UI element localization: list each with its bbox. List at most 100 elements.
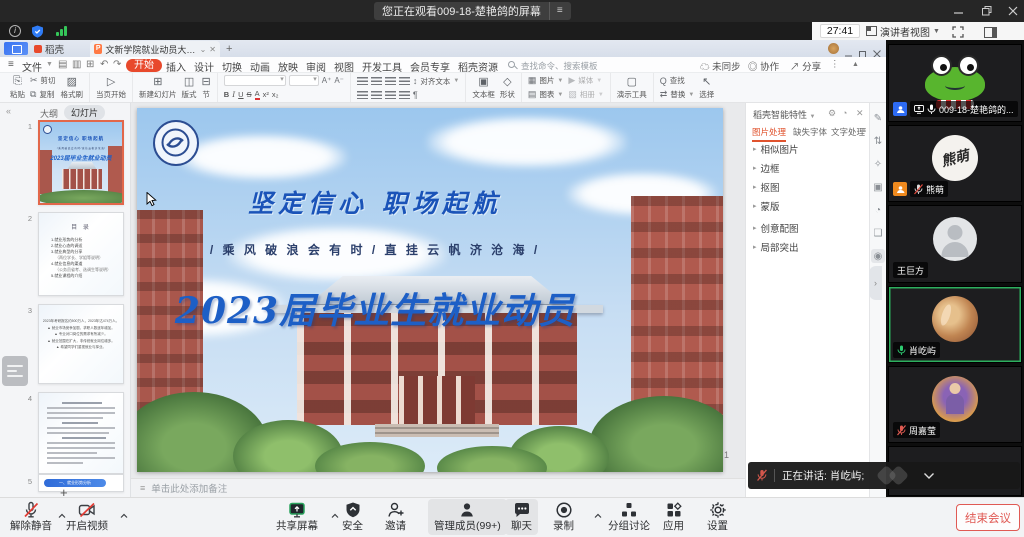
strike-button[interactable]: S [247,90,252,99]
save-icon[interactable]: ▤ [58,59,67,70]
undo-icon[interactable]: ↶ [100,59,108,70]
textbox-button[interactable]: ▣文本框 [472,76,495,100]
menu-transition[interactable]: 切换 [222,59,242,74]
tab-close-icon[interactable]: ✕ [209,45,216,54]
apps-button[interactable]: 应用 [663,500,684,536]
ai-tabs-more-icon[interactable]: ≡ [861,125,866,135]
align-text-button[interactable]: 对齐文本 [420,76,450,87]
banner-menu-icon[interactable]: ≡ [549,2,563,20]
superscript-button[interactable]: x² [263,90,269,99]
participant-tile[interactable]: 009-18-楚艳鸽的... [888,44,1022,122]
menu-design[interactable]: 设计 [194,59,214,74]
collapse-chevron-icon[interactable] [923,472,935,480]
font-size-select[interactable] [289,75,319,86]
strip-help-icon[interactable]: ◔ [871,203,885,217]
italic-button[interactable]: I [232,90,235,99]
print-icon[interactable]: ▥ [72,59,81,70]
replace-button[interactable]: ⇄替换▼ [660,89,695,100]
menu-review[interactable]: 审阅 [306,59,326,74]
strip-frame-icon[interactable]: ▣ [871,180,885,194]
section-button[interactable]: ⊟节 [202,76,211,100]
security-button[interactable]: 安全 [342,500,363,536]
ai-item-border[interactable]: ▸边框 [753,161,780,175]
ai-item-similar[interactable]: ▸相似图片 [753,142,799,156]
collab-button[interactable]: ◎ 协作 [748,59,779,73]
tab-docer[interactable]: 稻壳 [34,42,64,56]
menu-home[interactable]: 开始 [126,59,162,72]
notes-bar[interactable]: ≡ 单击此处添加备注 [131,478,745,497]
numbering-icon[interactable] [371,91,382,99]
floating-tool-widget[interactable] [2,356,28,386]
ai-item-mask[interactable]: ▸蒙版 [753,199,780,213]
align-left-icon[interactable] [357,77,368,85]
chart-button[interactable]: ▤图表▼ [528,89,563,100]
menu-member[interactable]: 会员专享 [410,59,450,74]
format-painter-button[interactable]: ▨格式刷 [61,76,84,100]
sync-status[interactable]: ☁ 未同步 [700,59,741,73]
wps-home-button[interactable] [4,42,28,55]
bell-icon[interactable]: ◔ [842,108,847,118]
panel-close-icon[interactable]: ✕ [856,108,864,119]
underline-button[interactable]: U [238,90,243,99]
viewing-banner[interactable]: 您正在观看009-18-楚艳鸽的屏幕 ≡ [374,2,571,20]
tab-outline[interactable]: 大纲 [40,107,58,120]
font-shrink-icon[interactable]: A⁻ [334,76,344,85]
align-justify-icon[interactable] [399,77,410,85]
slide-thumb-1[interactable]: 坚定信心 职场起航 / 乘 风 破 浪 会 有 时 / 直 挂 云 帆 济 沧 … [38,120,124,205]
participant-tile[interactable]: 周嘉莹 [888,366,1022,443]
settings-button[interactable]: 设置 [707,500,728,536]
slide-thumb-5[interactable]: 一、就业形势分析 [38,474,124,492]
ai-tab-image[interactable]: 图片处理 [752,126,786,142]
paste-button[interactable]: ⎘粘贴 [10,76,25,100]
close-button[interactable] [1006,4,1020,18]
bullets-icon[interactable] [357,91,368,99]
subscript-button[interactable]: x₂ [272,90,279,99]
share-button[interactable]: ↗ 分享 [790,59,821,73]
ai-tab-fonts[interactable]: 缺失字体 [793,126,827,138]
participant-tile-speaking[interactable]: 肖屹屿 [888,286,1022,363]
restore-button[interactable] [980,4,994,18]
copy-button[interactable]: ⧉复制 [30,89,56,100]
view-mode-button[interactable]: 演讲者视图 ▼ [866,23,940,39]
minimize-button[interactable] [952,4,966,18]
tab-slides[interactable]: 幻灯片 [64,105,105,120]
strip-star-icon[interactable]: ✧ [871,157,885,171]
menu-insert[interactable]: 插入 [166,59,186,74]
gear-icon[interactable]: ⚙ [828,108,836,119]
menu-file[interactable]: 文件 [22,59,42,74]
font-name-select[interactable] [224,75,286,86]
font-color-button[interactable]: A [255,89,260,100]
record-options-caret[interactable] [594,506,602,524]
mic-options-caret[interactable] [58,506,66,524]
manage-members-button[interactable]: 管理成员(99+) [428,499,507,535]
shape-button[interactable]: ◇形状 [500,76,515,100]
ai-item-creative[interactable]: ▸创意配图 [753,221,799,235]
picture-button[interactable]: ▦图片▼ [528,75,563,86]
speaking-status-bar[interactable]: 正在讲话: 肖屹屿; [748,462,1020,489]
bold-button[interactable]: B [224,90,229,99]
share-options-caret[interactable] [331,506,339,524]
menu-slideshow[interactable]: 放映 [278,59,298,74]
start-video-button[interactable]: 开启视频 [66,500,108,536]
menu-view[interactable]: 视图 [334,59,354,74]
video-options-caret[interactable] [120,506,128,524]
slide-thumb-2[interactable]: 目 录 1.就业形势的分析 2.就业心态的调适 3.就业典型的分享 （两位学长、… [38,212,124,296]
share-screen-button[interactable]: 共享屏幕 [276,500,318,536]
command-search-input[interactable]: 查找命令、搜索模板 [521,60,598,72]
present-tools-button[interactable]: ▢演示工具 [617,76,647,100]
participant-tile[interactable]: 王巨方 [888,205,1022,283]
new-slide-button[interactable]: ⊞新建幻灯片 [139,76,177,100]
wps-avatar[interactable] [828,43,839,54]
find-button[interactable]: Q查找 [660,75,695,86]
redo-icon[interactable]: ↷ [113,59,121,70]
network-signal-icon[interactable] [56,26,67,36]
chat-button[interactable]: 聊天 [505,499,538,535]
participant-tile[interactable]: 熊萌 熊萌 [888,125,1022,202]
menu-devtools[interactable]: 开发工具 [362,59,402,74]
ai-tab-text[interactable]: 文字处理 [831,126,865,138]
info-icon[interactable]: i [9,25,21,37]
align-center-icon[interactable] [371,77,382,85]
ai-item-highlight[interactable]: ▸局部突出 [753,240,799,254]
strip-cloud-icon[interactable]: ❑ [871,226,885,240]
breakout-rooms-button[interactable]: 分组讨论 [608,500,650,536]
